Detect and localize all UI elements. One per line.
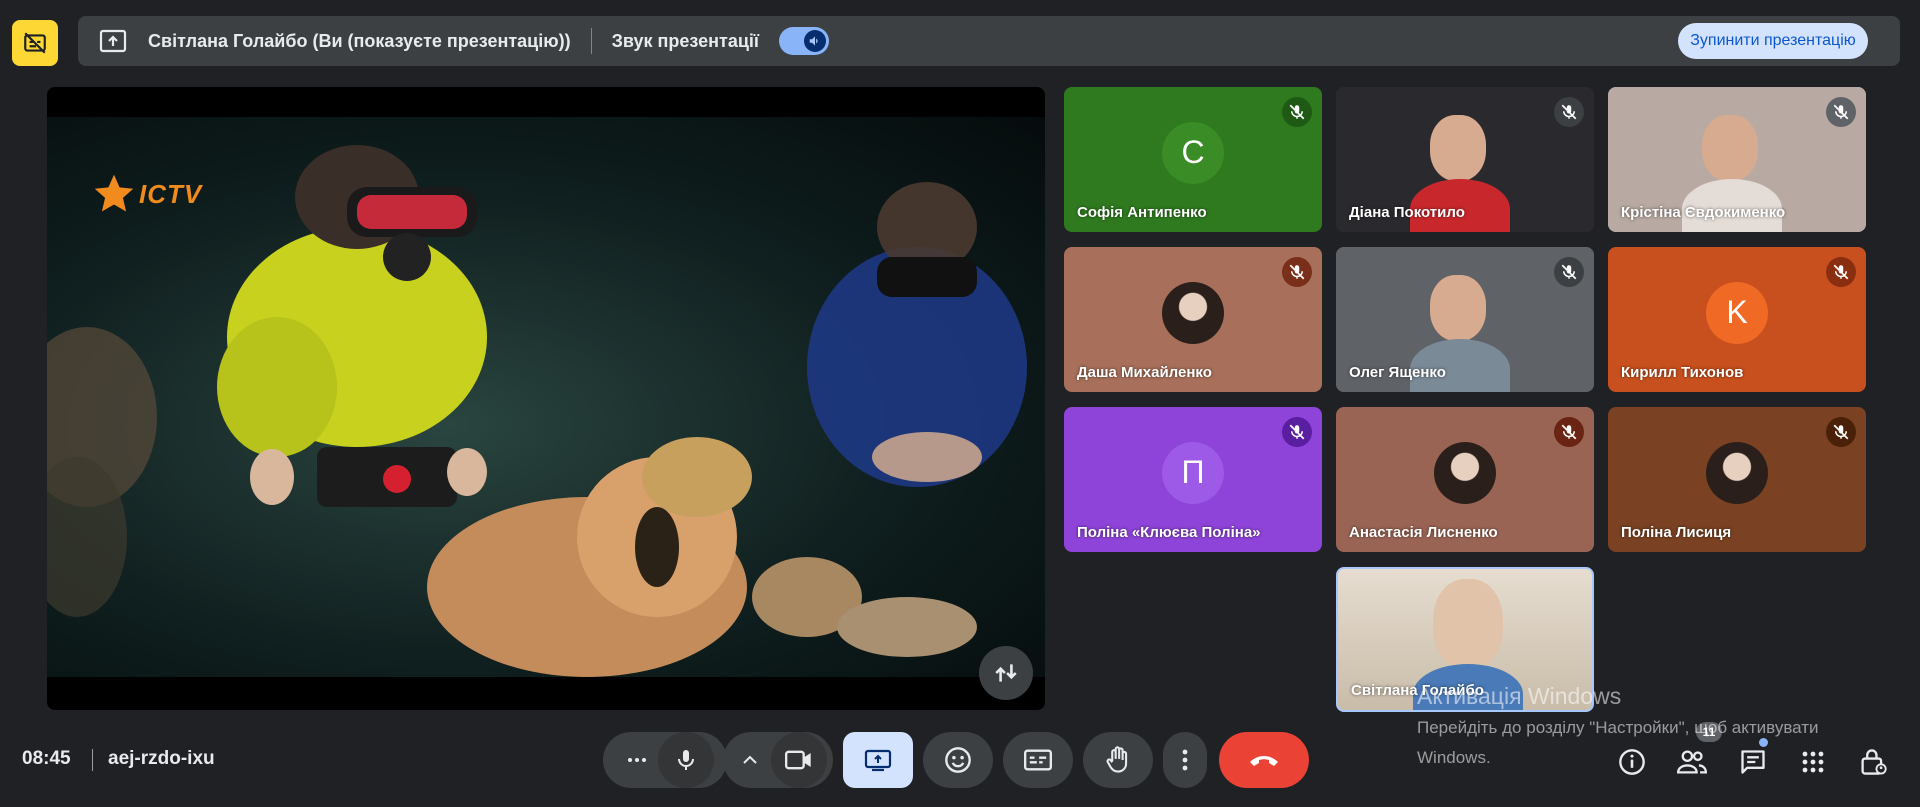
mic-off-icon xyxy=(1282,97,1312,127)
mic-off-icon xyxy=(1282,417,1312,447)
divider xyxy=(590,28,592,54)
captions-button[interactable] xyxy=(1003,732,1073,788)
mic-control-group xyxy=(603,732,727,788)
mic-off-icon xyxy=(1826,257,1856,287)
mic-off-icon xyxy=(1282,257,1312,287)
camera-options-button[interactable] xyxy=(729,732,771,788)
participant-tile[interactable]: Діана Покотило xyxy=(1336,87,1594,232)
participant-name: Поліна Лисиця xyxy=(1621,524,1732,541)
stop-captions-button[interactable] xyxy=(12,20,58,66)
mic-off-icon xyxy=(1826,417,1856,447)
participant-initial: C xyxy=(1162,121,1224,184)
participant-name: Діана Покотило xyxy=(1349,204,1465,221)
participant-name: Кирилл Тихонов xyxy=(1621,364,1744,381)
present-screen-icon xyxy=(98,26,128,56)
presentation-audio-label: Звук презентації xyxy=(611,30,759,51)
participant-tile[interactable]: K Кирилл Тихонов xyxy=(1608,247,1866,392)
presenting-title: Світлана Голайбо (Ви (показуєте презента… xyxy=(148,30,571,51)
tv-channel-logo: ICTV xyxy=(93,173,202,215)
participant-name: Поліна «Клюєва Поліна» xyxy=(1077,524,1261,541)
participant-name: Крістіна Євдокименко xyxy=(1621,204,1786,221)
more-vert-icon xyxy=(1182,749,1188,771)
swap-view-button[interactable] xyxy=(979,646,1033,700)
volume-icon xyxy=(803,30,826,52)
participant-name: Софія Антипенко xyxy=(1077,204,1207,221)
participant-initial: K xyxy=(1706,281,1768,344)
more-horiz-icon xyxy=(628,758,646,762)
captions-off-icon xyxy=(24,32,46,54)
participant-tile[interactable]: Анастасія Лисненко xyxy=(1336,407,1594,552)
raise-hand-button[interactable] xyxy=(1083,732,1153,788)
hand-icon xyxy=(1106,746,1128,773)
mic-off-icon xyxy=(1826,97,1856,127)
microphone-icon xyxy=(678,750,694,770)
divider xyxy=(92,749,93,771)
windows-activation-watermark: Активація Windows Перейдіть до розділу "… xyxy=(1417,683,1819,767)
mic-off-icon xyxy=(1554,97,1584,127)
participant-avatar xyxy=(1706,441,1768,504)
mic-off-icon xyxy=(1554,417,1584,447)
underwater-scene: ICTV xyxy=(47,117,1045,677)
participant-avatar xyxy=(1162,281,1224,344)
more-mic-options-button[interactable] xyxy=(616,732,658,788)
participant-tile[interactable]: Олег Ященко xyxy=(1336,247,1594,392)
presenting-bar: Світлана Голайбо (Ви (показуєте презента… xyxy=(78,16,1900,66)
participant-tile[interactable]: C Софія Антипенко xyxy=(1064,87,1322,232)
more-options-button[interactable] xyxy=(1163,732,1207,788)
camera-button[interactable] xyxy=(771,732,827,788)
call-end-icon xyxy=(1250,756,1278,766)
presentation-video: ICTV xyxy=(47,87,1045,710)
chevron-up-icon xyxy=(743,755,757,764)
participant-name: Даша Михайленко xyxy=(1077,364,1212,381)
participant-name: Анастасія Лисненко xyxy=(1349,524,1498,541)
meeting-code: aej-rzdo-ixu xyxy=(108,748,215,769)
participant-avatar xyxy=(1434,441,1496,504)
emoji-icon xyxy=(945,747,971,773)
reactions-button[interactable] xyxy=(923,732,993,788)
participant-tile[interactable]: П Поліна «Клюєва Поліна» xyxy=(1064,407,1322,552)
participant-tile[interactable]: Крістіна Євдокименко xyxy=(1608,87,1866,232)
videocam-icon xyxy=(785,750,811,770)
participant-initial: П xyxy=(1162,441,1224,504)
closed-caption-icon xyxy=(1024,749,1052,771)
clock: 08:45 xyxy=(22,748,71,769)
host-controls-button[interactable] xyxy=(1857,746,1889,778)
present-to-all-icon xyxy=(864,749,892,772)
present-now-button[interactable] xyxy=(843,732,913,788)
lock-person-icon xyxy=(1861,749,1887,775)
star-icon xyxy=(94,174,134,212)
stop-presenting-button[interactable]: Зупинити презентацію xyxy=(1678,23,1868,59)
mic-off-icon xyxy=(1554,257,1584,287)
swap-arrows-icon xyxy=(995,664,1017,682)
participant-name: Олег Ященко xyxy=(1349,364,1446,381)
microphone-button[interactable] xyxy=(658,732,714,788)
leave-call-button[interactable] xyxy=(1219,732,1309,788)
participant-tile[interactable]: Даша Михайленко xyxy=(1064,247,1322,392)
participant-tile[interactable]: Поліна Лисиця xyxy=(1608,407,1866,552)
presentation-audio-toggle[interactable] xyxy=(778,27,829,55)
camera-control-group xyxy=(723,732,833,788)
